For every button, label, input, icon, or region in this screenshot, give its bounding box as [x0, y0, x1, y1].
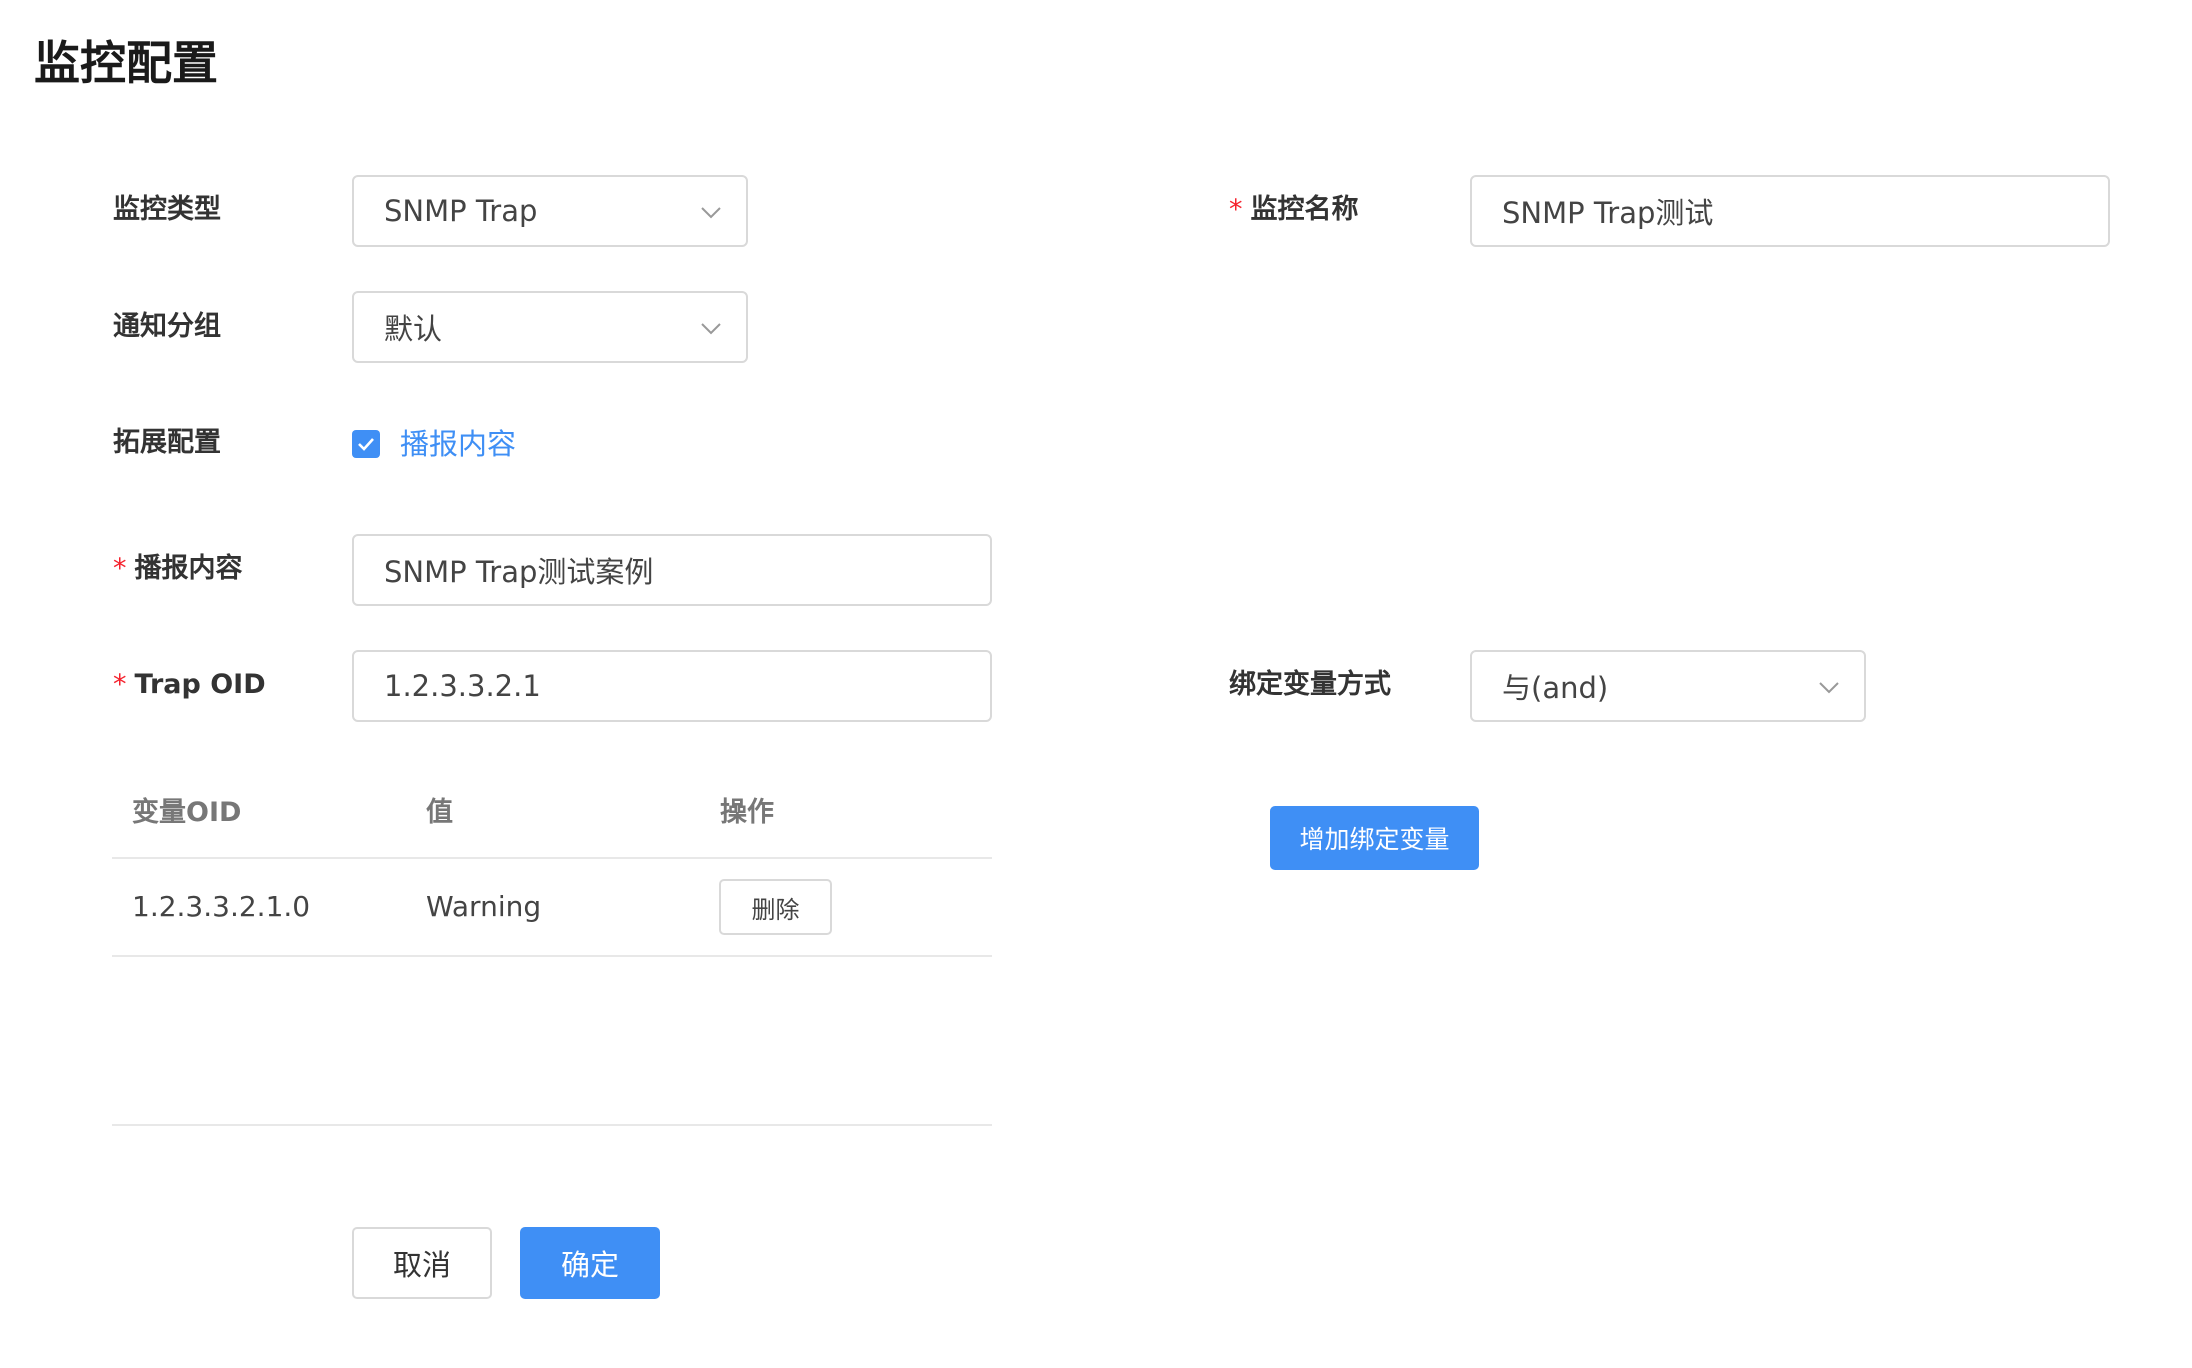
trap-oid-input[interactable]: 1.2.3.3.2.1	[352, 650, 992, 722]
bind-mode-label: 绑定变量方式	[1229, 669, 1391, 700]
chevron-down-icon	[701, 207, 721, 219]
monitor-name-input[interactable]: SNMP Trap测试	[1470, 175, 2110, 247]
confirm-button[interactable]: 确定	[520, 1227, 660, 1299]
table-divider	[112, 955, 992, 957]
col-header-oid: 变量OID	[132, 797, 242, 828]
notify-group-value: 默认	[384, 312, 443, 346]
col-header-action: 操作	[720, 797, 774, 828]
table-row: 1.2.3.3.2.1.0 Warning 删除	[112, 859, 992, 955]
cancel-button[interactable]: 取消	[352, 1227, 492, 1299]
trap-oid-label: * Trap OID	[113, 669, 266, 700]
add-bind-var-button[interactable]: 增加绑定变量	[1270, 806, 1479, 870]
broadcast-input[interactable]: SNMP Trap测试案例	[352, 534, 992, 606]
required-mark: *	[113, 553, 127, 584]
checkmark-icon	[358, 438, 374, 451]
notify-group-label: 通知分组	[113, 311, 221, 342]
required-mark: *	[113, 669, 127, 700]
monitor-type-label: 监控类型	[113, 194, 221, 225]
col-header-value: 值	[426, 797, 453, 828]
delete-button[interactable]: 删除	[719, 879, 832, 935]
bind-mode-value: 与(and)	[1502, 671, 1609, 705]
extension-label: 拓展配置	[113, 427, 221, 458]
monitor-name-label: * 监控名称	[1229, 194, 1359, 225]
required-mark: *	[1229, 194, 1243, 225]
broadcast-checkbox[interactable]	[352, 430, 380, 458]
bind-mode-select[interactable]: 与(and)	[1470, 650, 1866, 722]
page-title: 监控配置	[34, 36, 218, 90]
chevron-down-icon	[1819, 682, 1839, 694]
chevron-down-icon	[701, 323, 721, 335]
cell-value: Warning	[426, 890, 542, 923]
table-bottom-border	[112, 1124, 992, 1126]
broadcast-label: * 播报内容	[113, 553, 243, 584]
notify-group-select[interactable]: 默认	[352, 291, 748, 363]
monitor-type-select[interactable]: SNMP Trap	[352, 175, 748, 247]
broadcast-checkbox-label[interactable]: 播报内容	[400, 426, 516, 462]
cell-oid: 1.2.3.3.2.1.0	[132, 890, 311, 923]
monitor-type-value: SNMP Trap	[384, 194, 538, 228]
